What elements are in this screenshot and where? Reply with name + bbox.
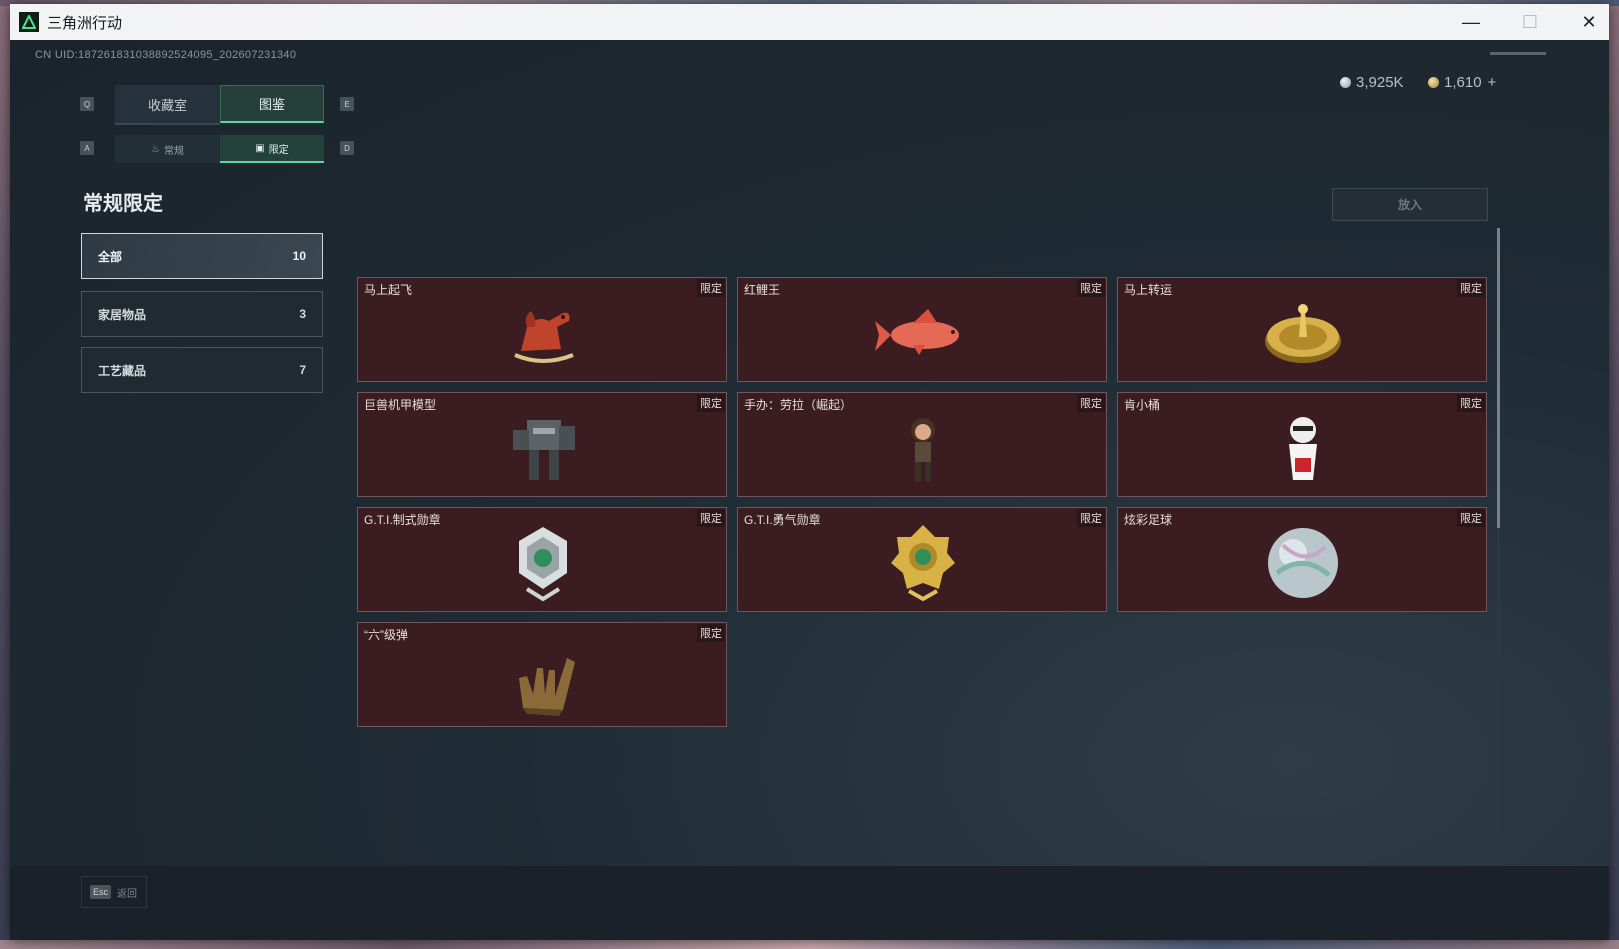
item-card[interactable]: 手办：劳拉（崛起） 限定 (737, 392, 1107, 497)
key-hint-q: Q (80, 97, 94, 111)
item-name: “六”级弹 (364, 628, 408, 642)
silver-coin-icon (1340, 77, 1351, 88)
add-currency-button[interactable]: + (1488, 74, 1497, 91)
category-craft-collectibles[interactable]: 工艺藏品 7 (81, 347, 323, 393)
category-label: 家居物品 (98, 307, 147, 322)
category-label: 工艺藏品 (98, 363, 147, 378)
item-card[interactable]: 巨兽机甲模型 限定 (357, 392, 727, 497)
item-name: 肯小桶 (1124, 398, 1161, 412)
item-card[interactable]: 肯小桶 限定 (1117, 392, 1487, 497)
tab-collection-room[interactable]: 收藏室 (115, 85, 220, 125)
insert-button[interactable]: 放入 (1332, 188, 1488, 221)
gold-amount: 1,610 (1444, 74, 1482, 91)
category-count: 10 (292, 249, 306, 263)
limited-badge: 限定 (1077, 509, 1105, 527)
key-hint-e: E (340, 97, 354, 111)
subtab-limited-label: 限定 (268, 144, 289, 156)
title-bar: 三角洲行动 — ☐ ✕ (10, 4, 1609, 40)
mech-model-icon (513, 420, 575, 480)
item-name: 巨兽机甲模型 (364, 398, 437, 412)
limited-badge: 限定 (697, 509, 725, 527)
back-label: 返回 (117, 888, 138, 900)
maximize-button[interactable]: ☐ (1501, 4, 1559, 40)
subtab-regular[interactable]: ♨ 常规 (115, 135, 220, 163)
silver-medal-icon (519, 527, 567, 602)
gold-medal-icon (891, 525, 955, 602)
minimize-button[interactable]: — (1442, 4, 1500, 40)
silver-amount: 3,925K (1356, 74, 1404, 91)
flame-icon: ♨ (151, 143, 160, 155)
scrollbar-thumb[interactable] (1497, 228, 1500, 528)
item-card[interactable]: 马上起飞 限定 (357, 277, 727, 382)
category-count: 3 (299, 307, 306, 321)
item-name: G.T.I.勇气勋章 (744, 513, 821, 527)
category-all[interactable]: 全部 10 (81, 233, 323, 279)
key-hint-a: A (80, 141, 94, 155)
subtab-limited[interactable]: ▣ 限定 (220, 135, 324, 163)
rocking-horse-icon (514, 311, 574, 363)
corner-decoration (1490, 52, 1546, 55)
figurine-icon (911, 418, 935, 482)
limited-badge: 限定 (697, 624, 725, 642)
category-count: 7 (299, 363, 306, 377)
close-button[interactable]: ✕ (1560, 4, 1609, 40)
item-card[interactable]: 红鲤王 限定 (737, 277, 1107, 382)
limited-badge: 限定 (1077, 394, 1105, 412)
limited-badge: 限定 (1457, 394, 1485, 412)
category-label: 全部 (98, 249, 123, 264)
item-name: 手办：劳拉（崛起） (744, 398, 853, 412)
red-carp-icon (875, 309, 959, 355)
item-name: 马上转运 (1124, 283, 1173, 297)
bullet-hand-icon (519, 658, 575, 716)
item-card[interactable]: G.T.I.勇气勋章 限定 (737, 507, 1107, 612)
item-card[interactable]: 马上转运 限定 (1117, 277, 1487, 382)
item-card[interactable]: “六”级弹 限定 (357, 622, 727, 727)
app-window: 三角洲行动 — ☐ ✕ CN UID:1872618310388925240­9… (10, 4, 1609, 940)
iridescent-ball-icon (1268, 528, 1338, 598)
uid-label: CN UID:1872618310388925240­95_2026072313… (35, 49, 297, 61)
desktop-background-bottom (0, 940, 1619, 949)
gold-currency: 1,610 + (1428, 74, 1496, 91)
image-icon: ▣ (255, 142, 265, 154)
limited-badge: 限定 (1457, 279, 1485, 297)
footer-bar (10, 866, 1609, 940)
limited-badge: 限定 (1457, 509, 1485, 527)
limited-badge: 限定 (697, 394, 725, 412)
golden-wheel-icon (1265, 304, 1341, 363)
limited-badge: 限定 (1077, 279, 1105, 297)
item-card[interactable]: 炫彩足球 限定 (1117, 507, 1487, 612)
game-viewport: CN UID:1872618310388925240­95_2026072313… (10, 40, 1609, 940)
silver-currency: 3,925K (1340, 74, 1404, 91)
section-title: 常规限定 (83, 193, 163, 215)
item-name: 红鲤王 (744, 283, 781, 297)
tab-codex[interactable]: 图鉴 (220, 85, 324, 123)
app-logo-icon (19, 12, 39, 32)
mascot-bucket-icon (1289, 417, 1317, 480)
item-name: G.T.I.制式勋章 (364, 513, 441, 527)
esc-key-hint: Esc (90, 885, 112, 899)
category-home-items[interactable]: 家居物品 3 (81, 291, 323, 337)
gold-coin-icon (1428, 77, 1439, 88)
subtab-regular-label: 常规 (163, 145, 184, 157)
back-button[interactable]: Esc 返回 (81, 876, 147, 908)
item-name: 炫彩足球 (1124, 513, 1173, 527)
item-card[interactable]: G.T.I.制式勋章 限定 (357, 507, 727, 612)
key-hint-d: D (340, 141, 354, 155)
item-name: 马上起飞 (364, 283, 413, 297)
window-title: 三角洲行动 (47, 14, 123, 32)
limited-badge: 限定 (697, 279, 725, 297)
